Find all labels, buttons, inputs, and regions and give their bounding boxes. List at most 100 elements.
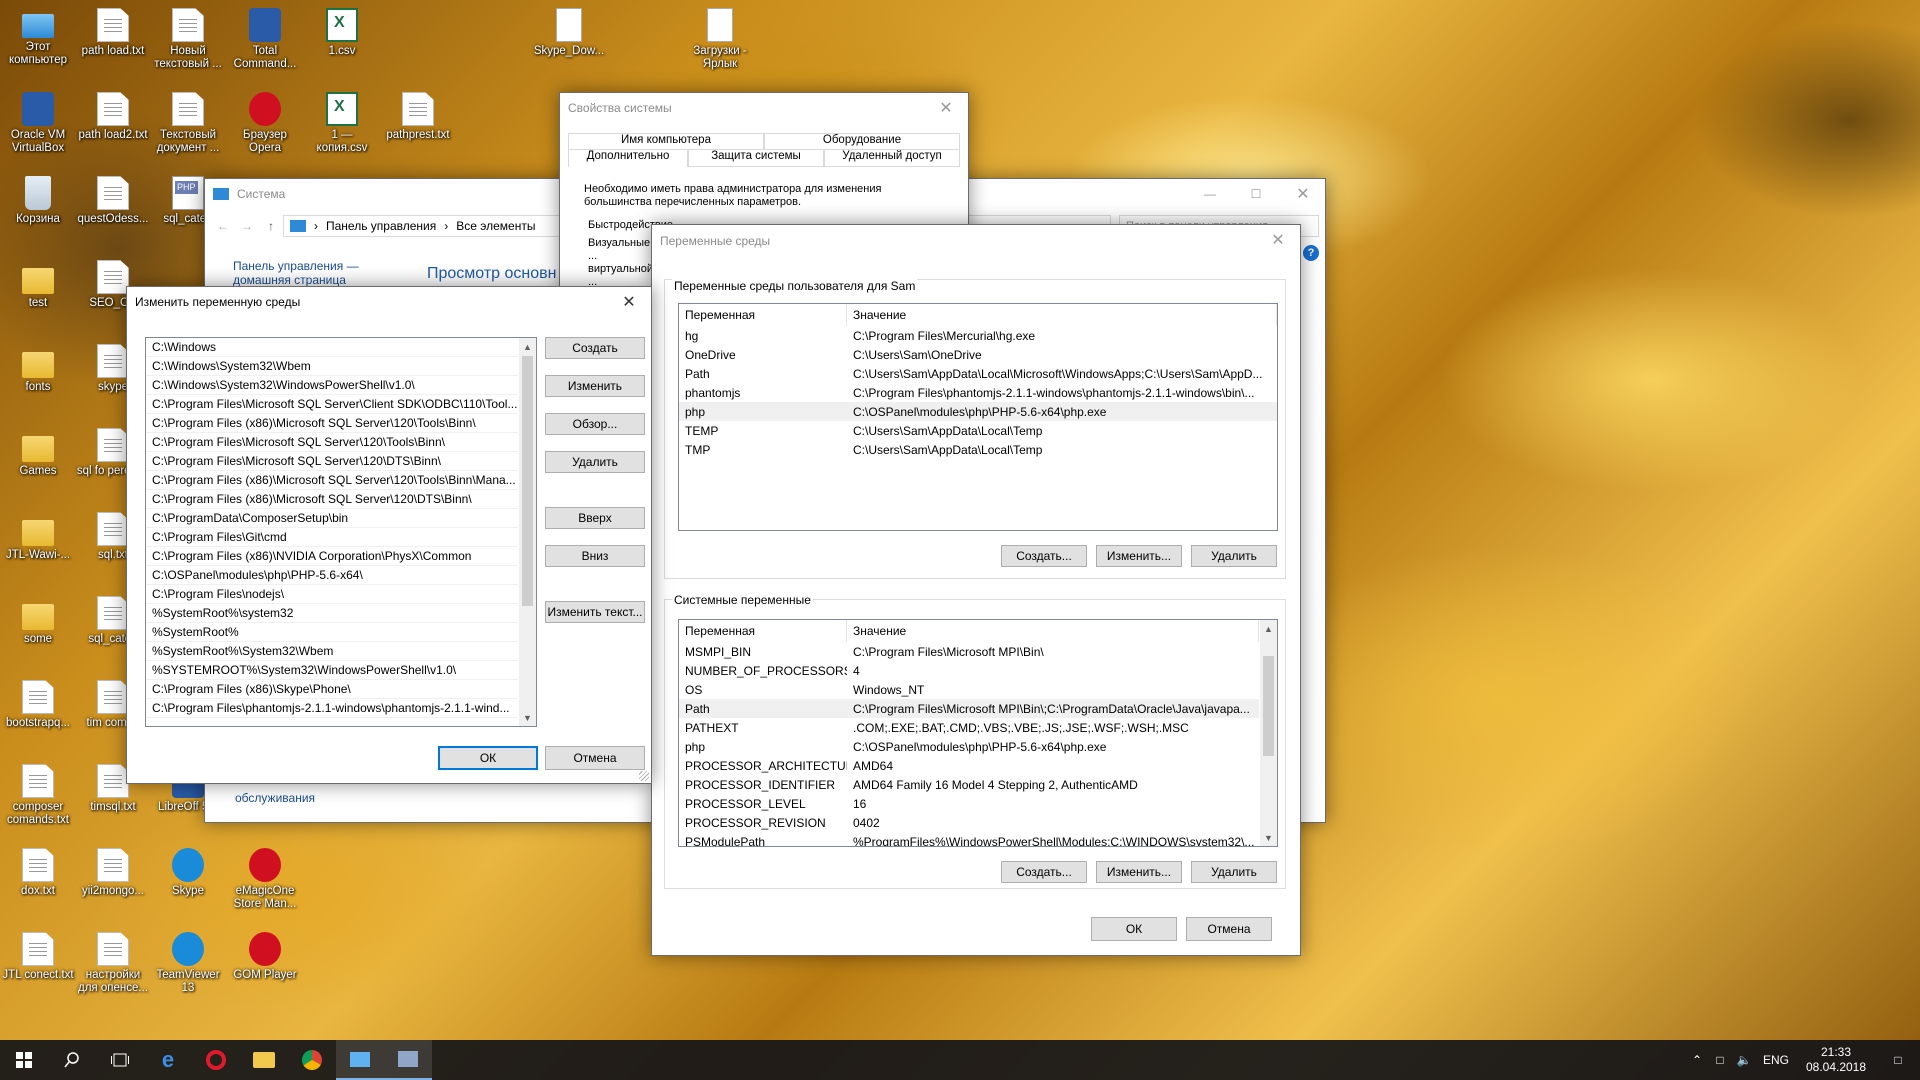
desktop-icon-path-load2[interactable]: path load2.txt: [76, 92, 150, 142]
tab-system-protection[interactable]: Защита системы: [688, 149, 824, 167]
taskbar-chrome[interactable]: [288, 1040, 336, 1080]
taskbar-system-properties[interactable]: [384, 1040, 432, 1080]
maximize-button[interactable]: ☐: [1233, 179, 1279, 209]
user-delete-button[interactable]: Удалить: [1191, 545, 1277, 567]
scroll-up-arrow-icon[interactable]: ▲: [519, 338, 536, 355]
system-var-row[interactable]: PROCESSOR_LEVEL 16: [679, 794, 1259, 813]
system-var-row[interactable]: PSModulePath %ProgramFiles%\WindowsPowerS…: [679, 832, 1259, 847]
path-entry[interactable]: C:\Program Files (x86)\Microsoft SQL Ser…: [146, 471, 518, 490]
taskbar-control-panel[interactable]: [336, 1040, 384, 1080]
scroll-down-arrow-icon[interactable]: ▼: [1260, 829, 1277, 846]
forward-arrow-icon[interactable]: →: [235, 219, 259, 233]
move-up-button[interactable]: Вверх: [545, 507, 645, 529]
path-entry[interactable]: %SystemRoot%\System32\Wbem: [146, 642, 518, 661]
path-entries-list[interactable]: C:\Windows C:\Windows\System32\Wbem C:\Win…: [145, 337, 537, 727]
create-path-button[interactable]: Создать: [545, 337, 645, 359]
desktop-icon-skype[interactable]: Skype: [151, 848, 225, 898]
desktop-icon-fonts[interactable]: fonts: [1, 344, 75, 394]
system-properties-close-button[interactable]: ✕: [924, 93, 968, 123]
edit-cancel-button[interactable]: Отмена: [545, 746, 645, 770]
scroll-up-arrow-icon[interactable]: ▲: [1260, 620, 1277, 637]
desktop-icon-test[interactable]: test: [1, 260, 75, 310]
path-entry[interactable]: C:\Windows\System32\WindowsPowerShell\v1…: [146, 376, 518, 395]
path-entry[interactable]: %SYSTEMROOT%\System32\WindowsPowerShell\…: [146, 661, 518, 680]
path-entry[interactable]: C:\Program Files\nodejs\: [146, 585, 518, 604]
system-vars-scrollbar[interactable]: ▲ ▼: [1260, 620, 1277, 846]
system-var-row[interactable]: PROCESSOR_IDENTIFIER AMD64 Family 16 Mode…: [679, 775, 1259, 794]
action-center-icon[interactable]: □: [1876, 1053, 1920, 1067]
system-var-row[interactable]: PATHEXT .COM;.EXE;.BAT;.CMD;.VBS;.VBE;.JS…: [679, 718, 1259, 737]
tab-computer-name[interactable]: Имя компьютера: [568, 133, 764, 149]
desktop-icon-new-text[interactable]: Новый текстовый ...: [151, 8, 225, 71]
user-edit-button[interactable]: Изменить...: [1096, 545, 1182, 567]
clock[interactable]: 21:33 08.04.2018: [1796, 1045, 1876, 1075]
column-variable[interactable]: Переменная: [679, 304, 847, 326]
system-delete-button[interactable]: Удалить: [1191, 861, 1277, 883]
edit-env-titlebar[interactable]: Изменить переменную среды: [127, 287, 651, 317]
path-entry[interactable]: C:\Program Files\Microsoft SQL Server\Cl…: [146, 395, 518, 414]
minimize-button[interactable]: —: [1187, 179, 1233, 209]
desktop-icon-recycle-bin[interactable]: Корзина: [1, 176, 75, 226]
path-entry[interactable]: C:\Windows: [146, 338, 518, 357]
desktop-icon-jtl-wawi[interactable]: JTL-Wawi-...: [1, 512, 75, 562]
path-list-scrollbar[interactable]: ▲ ▼: [519, 338, 536, 726]
network-icon[interactable]: □: [1708, 1053, 1732, 1067]
column-value[interactable]: Значение: [847, 620, 1259, 642]
breadcrumb-control-panel[interactable]: Панель управления: [326, 219, 436, 233]
user-create-button[interactable]: Создать...: [1001, 545, 1087, 567]
desktop-icon-path-load[interactable]: path load.txt: [76, 8, 150, 58]
path-entry[interactable]: C:\Windows\System32\Wbem: [146, 357, 518, 376]
path-entry[interactable]: %SystemRoot%: [146, 623, 518, 642]
show-hidden-icons-chevron-icon[interactable]: ⌃: [1686, 1053, 1708, 1067]
system-vars-list[interactable]: Переменная Значение MSMPI_BIN C:\Program …: [678, 619, 1278, 847]
desktop-icon-bootstrap[interactable]: bootstrapq...: [1, 680, 75, 730]
system-var-row[interactable]: NUMBER_OF_PROCESSORS 4: [679, 661, 1259, 680]
scroll-down-arrow-icon[interactable]: ▼: [519, 709, 536, 726]
path-entry[interactable]: C:\Program Files\Git\cmd: [146, 528, 518, 547]
taskbar-edge[interactable]: e: [144, 1040, 192, 1080]
desktop-icon-some[interactable]: some: [1, 596, 75, 646]
tab-hardware[interactable]: Оборудование: [764, 133, 960, 149]
desktop-icon-settings-opencart[interactable]: настройки для опенсе...: [76, 932, 150, 995]
resize-grip-icon[interactable]: [639, 771, 649, 781]
desktop-icon-opera[interactable]: Браузер Opera: [228, 92, 302, 155]
delete-path-button[interactable]: Удалить: [545, 451, 645, 473]
system-window-close-button[interactable]: ✕: [1281, 179, 1325, 209]
browse-path-button[interactable]: Обзор...: [545, 413, 645, 435]
volume-icon[interactable]: 🔈: [1732, 1053, 1756, 1067]
taskbar-opera[interactable]: [192, 1040, 240, 1080]
back-arrow-icon[interactable]: ←: [211, 219, 235, 233]
desktop-icon-gom-player[interactable]: GOM Player: [228, 932, 302, 982]
help-icon[interactable]: ?: [1303, 245, 1319, 261]
desktop-icon-virtualbox[interactable]: Oracle VM VirtualBox: [1, 92, 75, 155]
desktop-icon-pathprest[interactable]: pathprest.txt: [381, 92, 455, 142]
desktop-icon-emagicone[interactable]: eMagicOne Store Man...: [228, 848, 302, 911]
user-var-row[interactable]: TMP C:\Users\Sam\AppData\Local\Temp: [679, 440, 1277, 459]
system-var-row[interactable]: PROCESSOR_ARCHITECTURE AMD64: [679, 756, 1259, 775]
path-entry[interactable]: C:\ProgramData\ComposerSetup\bin: [146, 509, 518, 528]
env-titlebar[interactable]: Переменные среды: [652, 225, 1300, 257]
user-var-row[interactable]: Path C:\Users\Sam\AppData\Local\Microsoft…: [679, 364, 1277, 383]
path-entry[interactable]: C:\Program Files\phantomjs-2.1.1-windows…: [146, 699, 518, 718]
edit-text-button[interactable]: Изменить текст...: [545, 601, 645, 623]
path-entry[interactable]: C:\Program Files (x86)\Microsoft SQL Ser…: [146, 490, 518, 509]
desktop-icon-this-pc[interactable]: Этот компьютер: [1, 8, 75, 67]
edit-env-close-button[interactable]: ✕: [607, 287, 651, 317]
start-button[interactable]: [0, 1040, 48, 1080]
column-value[interactable]: Значение: [847, 304, 1277, 326]
move-down-button[interactable]: Вниз: [545, 545, 645, 567]
column-variable[interactable]: Переменная: [679, 620, 847, 642]
desktop-icon-yii2mongo[interactable]: yii2mongo...: [76, 848, 150, 898]
tab-remote[interactable]: Удаленный доступ: [824, 149, 960, 167]
system-properties-titlebar[interactable]: Свойства системы: [560, 93, 968, 123]
system-var-row[interactable]: PROCESSOR_REVISION 0402: [679, 813, 1259, 832]
desktop-icon-dox[interactable]: dox.txt: [1, 848, 75, 898]
sidebar-home-link[interactable]: Панель управления — домашняя страница: [233, 259, 373, 287]
desktop-icon-total-commander[interactable]: Total Command...: [228, 8, 302, 71]
path-entry[interactable]: C:\Program Files\Microsoft SQL Server\12…: [146, 433, 518, 452]
path-entry[interactable]: C:\Program Files\Microsoft SQL Server\12…: [146, 452, 518, 471]
desktop-icon-questodess[interactable]: questOdess...: [76, 176, 150, 226]
desktop-icon-skype-download[interactable]: Skype_Dow...: [532, 8, 606, 58]
user-var-row[interactable]: phantomjs C:\Program Files\phantomjs-2.1.…: [679, 383, 1277, 402]
user-var-row[interactable]: TEMP C:\Users\Sam\AppData\Local\Temp: [679, 421, 1277, 440]
